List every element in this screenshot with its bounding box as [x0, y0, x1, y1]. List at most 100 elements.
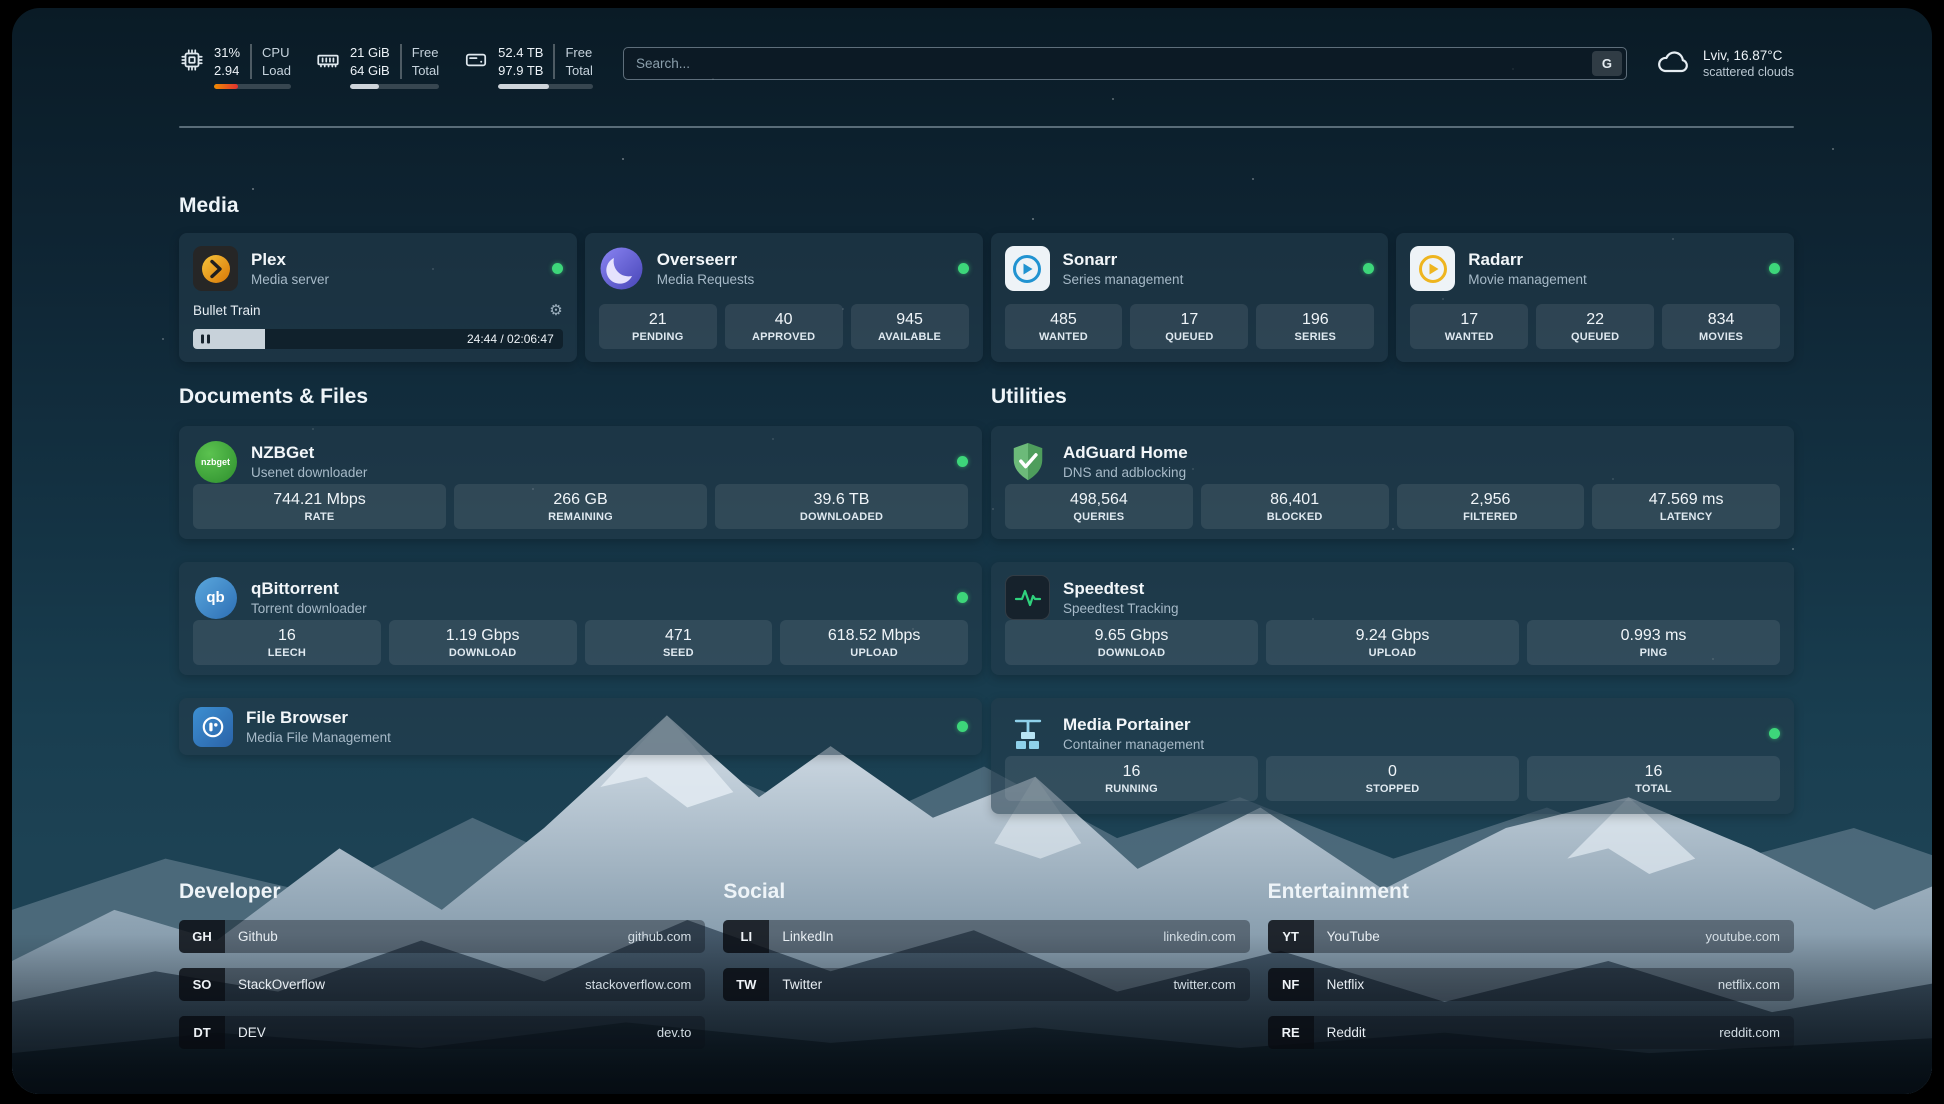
- linkedin-icon: LI: [723, 920, 769, 953]
- stat-filtered: 2,956 FILTERED: [1397, 484, 1585, 529]
- status-dot: [957, 592, 968, 603]
- disk-icon: [463, 47, 489, 89]
- app-description: DNS and adblocking: [1063, 465, 1188, 480]
- status-dot: [552, 263, 563, 274]
- status-dot: [1769, 263, 1780, 274]
- utilities-section-title: Utilities: [991, 385, 1794, 409]
- media-section: Media Plex Media server: [179, 194, 1794, 362]
- ram-metric: 21 GiB 64 GiB Free Total: [315, 44, 439, 89]
- snow-particles: [12, 8, 14, 10]
- youtube-icon: YT: [1268, 920, 1314, 953]
- stat-queued: 17 QUEUED: [1130, 304, 1248, 349]
- cpu-usage-bar: [214, 84, 291, 89]
- status-dot: [958, 263, 969, 274]
- bookmark-dev[interactable]: DT DEV dev.to: [179, 1016, 705, 1049]
- header-divider: [179, 126, 1794, 128]
- stat-movies: 834 MOVIES: [1662, 304, 1780, 349]
- bookmark-netflix[interactable]: NF Netflix netflix.com: [1268, 968, 1794, 1001]
- plex-card[interactable]: Plex Media server Bullet Train ⚙ 24:44 /…: [179, 233, 577, 362]
- stat-available: 945 AVAILABLE: [851, 304, 969, 349]
- ram-icon: [315, 47, 341, 89]
- app-description: Media File Management: [246, 730, 391, 745]
- now-playing-title: Bullet Train: [193, 303, 261, 318]
- pause-icon[interactable]: [201, 335, 210, 344]
- status-dot: [1363, 263, 1374, 274]
- stat-queries: 498,564 QUERIES: [1005, 484, 1193, 529]
- disk-metric: 52.4 TB 97.9 TB Free Total: [463, 44, 593, 89]
- stat-blocked: 86,401 BLOCKED: [1201, 484, 1389, 529]
- app-name: Media Portainer: [1063, 715, 1204, 735]
- bookmark-twitter[interactable]: TW Twitter twitter.com: [723, 968, 1249, 1001]
- disk-usage-bar: [498, 84, 593, 89]
- dashboard-window: 31% 2.94 CPU Load: [12, 8, 1932, 1094]
- stat-rate: 744.21 Mbps RATE: [193, 484, 446, 529]
- search-input[interactable]: [636, 56, 1592, 71]
- app-description: Media Requests: [657, 272, 755, 287]
- portainer-icon: [1005, 711, 1050, 756]
- playback-progress-bar[interactable]: 24:44 / 02:06:47: [193, 329, 563, 349]
- dev-icon: DT: [179, 1016, 225, 1049]
- cpu-label: CPU: [262, 44, 291, 62]
- disk-free-value: 52.4 TB: [498, 44, 543, 62]
- cpu-icon: [179, 47, 205, 89]
- cpu-load-value: 2.94: [214, 62, 240, 80]
- stat-series: 196 SERIES: [1256, 304, 1374, 349]
- overseerr-card[interactable]: Overseerr Media Requests 21 PENDING 40 A…: [585, 233, 983, 362]
- disk-free-label: Free: [565, 44, 592, 62]
- app-description: Media server: [251, 272, 329, 287]
- app-name: qBittorrent: [251, 579, 367, 599]
- stat-upload: 9.24 Gbps UPLOAD: [1266, 620, 1519, 665]
- middle-columns: Documents & Files nzbget NZBGet Usenet d…: [179, 385, 1794, 837]
- weather-location: Lviv, 16.87°C: [1703, 48, 1794, 63]
- sonarr-card[interactable]: Sonarr Series management 485 WANTED 17 Q…: [991, 233, 1389, 362]
- ram-free-value: 21 GiB: [350, 44, 390, 62]
- entertainment-column: Entertainment YT YouTube youtube.com NF …: [1268, 880, 1794, 1064]
- session-settings-icon[interactable]: ⚙: [549, 303, 562, 318]
- cpu-load-label: Load: [262, 62, 291, 80]
- bookmark-github[interactable]: GH Github github.com: [179, 920, 705, 953]
- cpu-metric: 31% 2.94 CPU Load: [179, 44, 291, 89]
- bookmark-youtube[interactable]: YT YouTube youtube.com: [1268, 920, 1794, 953]
- twitter-icon: TW: [723, 968, 769, 1001]
- github-icon: GH: [179, 920, 225, 953]
- adguard-card[interactable]: AdGuard Home DNS and adblocking 498,564 …: [991, 426, 1794, 539]
- radarr-card[interactable]: Radarr Movie management 17 WANTED 22 QUE…: [1396, 233, 1794, 362]
- entertainment-section-title: Entertainment: [1268, 880, 1794, 904]
- stat-leech: 16 LEECH: [193, 620, 381, 665]
- status-dot: [957, 721, 968, 732]
- qbittorrent-icon: qb: [193, 575, 238, 620]
- stat-upload: 618.52 Mbps UPLOAD: [780, 620, 968, 665]
- nzbget-card[interactable]: nzbget NZBGet Usenet downloader 744.21 M…: [179, 426, 982, 539]
- stat-wanted: 485 WANTED: [1005, 304, 1123, 349]
- documents-column: Documents & Files nzbget NZBGet Usenet d…: [179, 385, 982, 837]
- ram-total-label: Total: [412, 62, 439, 80]
- search-engine-button[interactable]: G: [1592, 51, 1622, 76]
- stackoverflow-icon: SO: [179, 968, 225, 1001]
- ram-free-label: Free: [412, 44, 439, 62]
- app-description: Speedtest Tracking: [1063, 601, 1179, 616]
- stat-downloaded: 39.6 TB DOWNLOADED: [715, 484, 968, 529]
- ram-total-value: 64 GiB: [350, 62, 390, 80]
- stat-download: 1.19 Gbps DOWNLOAD: [389, 620, 577, 665]
- stat-approved: 40 APPROVED: [725, 304, 843, 349]
- developer-section-title: Developer: [179, 880, 705, 904]
- portainer-card[interactable]: Media Portainer Container management 16 …: [991, 698, 1794, 814]
- sonarr-icon: [1005, 246, 1050, 291]
- bookmark-linkedin[interactable]: LI LinkedIn linkedin.com: [723, 920, 1249, 953]
- app-description: Usenet downloader: [251, 465, 367, 480]
- speedtest-card[interactable]: Speedtest Speedtest Tracking 9.65 Gbps D…: [991, 562, 1794, 675]
- disk-total-value: 97.9 TB: [498, 62, 543, 80]
- social-section-title: Social: [723, 880, 1249, 904]
- documents-section-title: Documents & Files: [179, 385, 982, 409]
- app-name: Plex: [251, 250, 329, 270]
- search-bar: G: [623, 47, 1627, 80]
- qbittorrent-card[interactable]: qb qBittorrent Torrent downloader 16 LEE…: [179, 562, 982, 675]
- stat-wanted: 17 WANTED: [1410, 304, 1528, 349]
- weather-condition: scattered clouds: [1703, 65, 1794, 79]
- stat-seed: 471 SEED: [585, 620, 773, 665]
- bookmark-stackoverflow[interactable]: SO StackOverflow stackoverflow.com: [179, 968, 705, 1001]
- bookmark-reddit[interactable]: RE Reddit reddit.com: [1268, 1016, 1794, 1049]
- app-name: Speedtest: [1063, 579, 1179, 599]
- filebrowser-card[interactable]: File Browser Media File Management: [179, 698, 982, 755]
- cpu-percent: 31%: [214, 44, 240, 62]
